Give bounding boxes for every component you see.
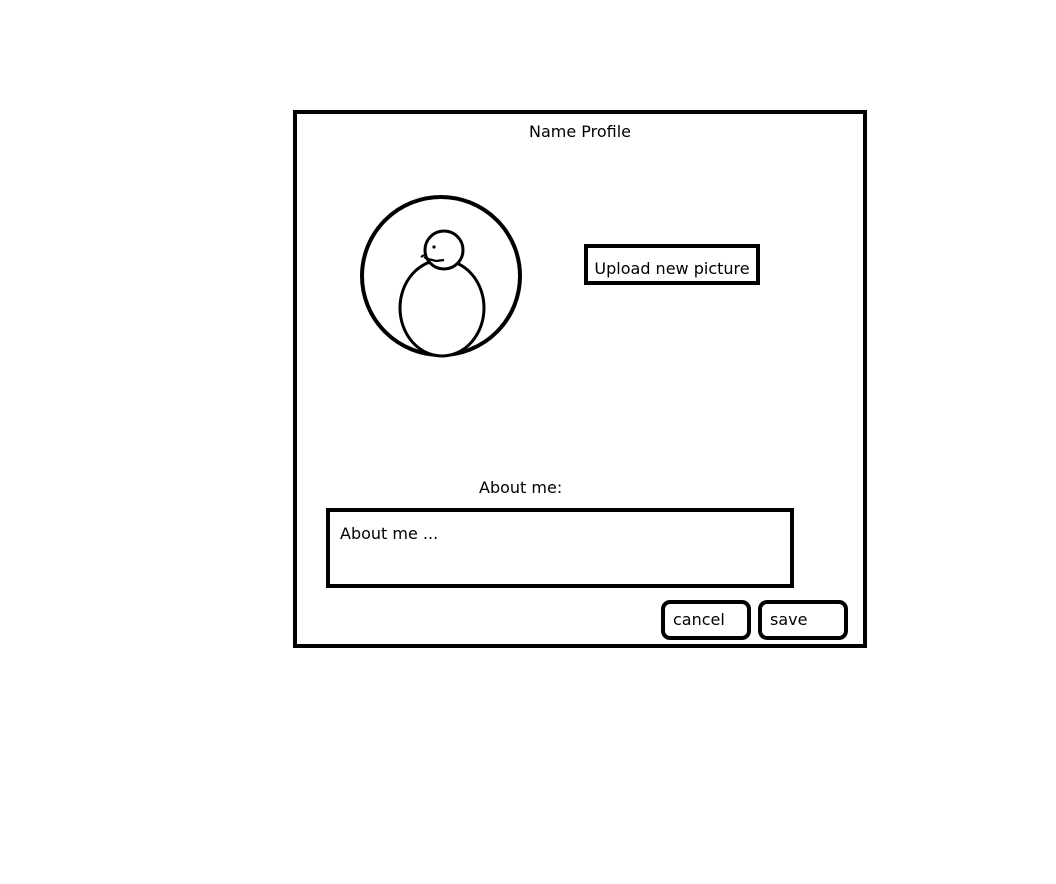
page-title: Name Profile bbox=[528, 122, 632, 141]
upload-picture-button[interactable]: Upload new picture bbox=[584, 244, 760, 285]
about-me-placeholder: About me ... bbox=[340, 524, 439, 543]
about-me-label: About me: bbox=[479, 478, 563, 497]
about-me-textarea[interactable]: About me ... bbox=[326, 508, 794, 588]
cancel-button[interactable]: cancel bbox=[661, 600, 751, 640]
profile-dialog: Name Profile Upload new picture About me… bbox=[293, 110, 867, 648]
avatar[interactable] bbox=[358, 193, 524, 359]
user-avatar-icon bbox=[360, 195, 522, 358]
save-button[interactable]: save bbox=[758, 600, 848, 640]
